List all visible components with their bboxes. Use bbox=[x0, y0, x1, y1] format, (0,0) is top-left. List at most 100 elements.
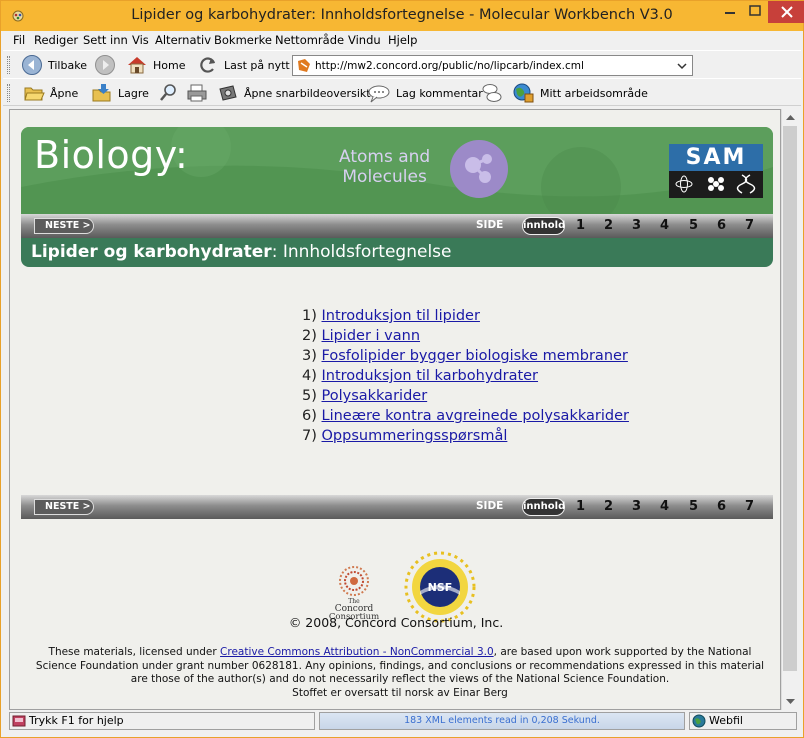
list-item: 3) Fosfolipider bygger biologiske membra… bbox=[302, 348, 629, 368]
contents-button[interactable]: innhold bbox=[522, 498, 565, 516]
menu-bokmerke[interactable]: Bokmerke bbox=[214, 33, 272, 47]
navigation-toolbar: Tilbake Home Last på nytt bbox=[3, 50, 801, 78]
snapshot-label: Åpne snarbildeoversikt bbox=[244, 86, 371, 100]
toc-link[interactable]: Polysakkarider bbox=[322, 388, 428, 404]
status-mode: Webfil bbox=[689, 712, 797, 730]
page-title-bold: Lipider og karbohydrater bbox=[31, 242, 272, 262]
printer-icon bbox=[187, 84, 207, 102]
globe-icon bbox=[692, 714, 706, 728]
page-link[interactable]: 5 bbox=[689, 499, 698, 514]
menu-nettomrade[interactable]: Nettområde bbox=[275, 33, 344, 47]
save-folder-icon bbox=[92, 84, 111, 102]
side-label: SIDE bbox=[476, 219, 504, 231]
nsf-text: NSF bbox=[428, 581, 453, 594]
menu-fil[interactable]: Fil bbox=[13, 33, 25, 47]
toolbar-grip[interactable] bbox=[7, 56, 10, 74]
comment-label: Lag kommentar bbox=[396, 86, 483, 100]
globe-workspace-icon bbox=[513, 83, 534, 103]
toc-link[interactable]: Fosfolipider bygger biologiske membraner bbox=[322, 348, 628, 364]
maximize-button[interactable] bbox=[742, 1, 770, 23]
contents-button[interactable]: innhold bbox=[522, 217, 565, 235]
menu-vis[interactable]: Vis bbox=[132, 33, 149, 47]
next-button[interactable]: NESTE > bbox=[34, 218, 94, 234]
status-help-text: Trykk F1 for hjelp bbox=[29, 714, 124, 727]
url-bar[interactable] bbox=[292, 55, 693, 76]
discussion-button[interactable] bbox=[481, 82, 508, 104]
side-label: SIDE bbox=[476, 500, 504, 512]
sam-logo: SAM bbox=[669, 144, 763, 198]
toc-link[interactable]: Lipider i vann bbox=[322, 328, 421, 344]
menu-rediger[interactable]: Rediger bbox=[34, 33, 78, 47]
toc-number: 7) bbox=[302, 428, 317, 444]
toc-link[interactable]: Introduksjon til karbohydrater bbox=[322, 368, 539, 384]
page-link[interactable]: 5 bbox=[689, 218, 698, 233]
help-status-icon bbox=[12, 715, 26, 727]
toc-number: 6) bbox=[302, 408, 317, 424]
reload-button[interactable]: Last på nytt bbox=[197, 54, 290, 76]
scroll-down-icon[interactable] bbox=[782, 693, 799, 710]
page-title: Lipider og karbohydrater: Innholdsforteg… bbox=[21, 238, 773, 267]
minimize-button[interactable] bbox=[716, 1, 744, 23]
open-button[interactable]: Åpne bbox=[23, 82, 78, 104]
save-button[interactable]: Lagre bbox=[91, 82, 149, 104]
biology-banner: Biology: Atoms and Molecules SAM bbox=[21, 127, 773, 214]
forward-button[interactable] bbox=[94, 54, 121, 76]
license-prefix: These materials, licensed under bbox=[48, 646, 221, 658]
page-link[interactable]: 4 bbox=[660, 218, 669, 233]
page-navigation-bottom: NESTE > SIDE innhold 1 2 3 4 5 6 7 bbox=[21, 495, 773, 519]
menu-alternativ[interactable]: Alternativ bbox=[155, 33, 211, 47]
page-link[interactable]: 3 bbox=[632, 218, 641, 233]
scrollbar-thumb[interactable] bbox=[783, 126, 797, 671]
close-icon bbox=[781, 6, 793, 18]
save-label: Lagre bbox=[118, 86, 149, 100]
page-link[interactable]: 7 bbox=[745, 218, 754, 233]
page-link[interactable]: 1 bbox=[576, 499, 585, 514]
page-link[interactable]: 4 bbox=[660, 499, 669, 514]
minimize-icon bbox=[725, 12, 735, 14]
page-content: Biology: Atoms and Molecules SAM NESTE >… bbox=[9, 109, 781, 710]
page-link[interactable]: 6 bbox=[717, 218, 726, 233]
close-button[interactable] bbox=[768, 1, 804, 23]
toc-link[interactable]: Introduksjon til lipider bbox=[322, 308, 480, 324]
folder-open-icon bbox=[24, 87, 45, 101]
window-title: Lipider og karbohydrater: Innholdsforteg… bbox=[131, 7, 673, 23]
workspace-button[interactable]: Mitt arbeidsområde bbox=[511, 82, 648, 104]
nsf-logo-icon: NSF bbox=[404, 551, 476, 623]
sam-text: SAM bbox=[669, 144, 763, 171]
page-link[interactable]: 1 bbox=[576, 218, 585, 233]
home-button[interactable]: Home bbox=[126, 54, 185, 76]
page-link[interactable]: 3 bbox=[632, 499, 641, 514]
table-of-contents: 1) Introduksjon til lipider 2) Lipider i… bbox=[302, 308, 629, 448]
menu-sett-inn[interactable]: Sett inn bbox=[83, 33, 128, 47]
home-label: Home bbox=[153, 58, 186, 72]
print-button[interactable] bbox=[186, 82, 213, 104]
find-button[interactable] bbox=[159, 82, 184, 104]
comment-button[interactable]: Lag kommentar bbox=[367, 82, 483, 104]
snapshot-gallery-button[interactable]: Åpne snarbildeoversikt bbox=[217, 82, 371, 104]
chevron-down-icon[interactable] bbox=[676, 59, 688, 73]
back-button[interactable]: Tilbake bbox=[21, 54, 87, 76]
license-link[interactable]: Creative Commons Attribution - NonCommer… bbox=[220, 646, 494, 658]
url-input[interactable] bbox=[315, 57, 670, 74]
page-link[interactable]: 2 bbox=[604, 499, 613, 514]
back-arrow-icon bbox=[22, 55, 42, 75]
menu-hjelp[interactable]: Hjelp bbox=[388, 33, 417, 47]
list-item: 5) Polysakkarider bbox=[302, 388, 629, 408]
scroll-up-icon[interactable] bbox=[782, 109, 799, 126]
menu-vindu[interactable]: Vindu bbox=[348, 33, 381, 47]
status-message: 183 XML elements read in 0,208 Sekund. bbox=[319, 712, 685, 730]
toc-link[interactable]: Oppsummeringsspørsmål bbox=[322, 428, 508, 444]
concord-logo-icon: The Concord Consortium bbox=[329, 566, 379, 621]
page-link[interactable]: 6 bbox=[717, 499, 726, 514]
atoms-line-1: Atoms and bbox=[339, 147, 431, 167]
molecule-logo-icon bbox=[450, 140, 508, 198]
page-link[interactable]: 7 bbox=[745, 499, 754, 514]
workspace-label: Mitt arbeidsområde bbox=[540, 86, 648, 100]
toc-link[interactable]: Lineære kontra avgreinede polysakkarider bbox=[322, 408, 629, 424]
toolbar-grip[interactable] bbox=[7, 84, 10, 102]
page-link[interactable]: 2 bbox=[604, 218, 613, 233]
vertical-scrollbar[interactable] bbox=[781, 109, 798, 710]
menu-bar: Fil Rediger Sett inn Vis Alternativ Bokm… bbox=[3, 31, 801, 49]
toc-number: 4) bbox=[302, 368, 317, 384]
next-button[interactable]: NESTE > bbox=[34, 499, 94, 515]
